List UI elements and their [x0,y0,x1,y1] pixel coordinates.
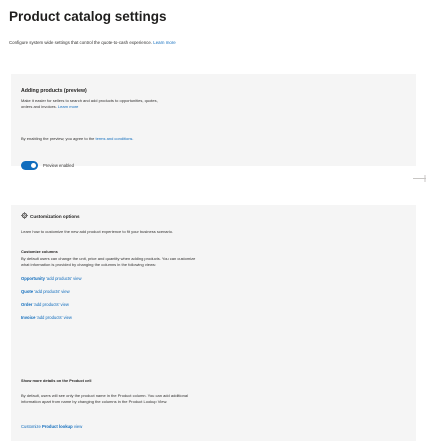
page-description: Configure system wide settings that cont… [9,40,176,45]
opportunity-view-link[interactable]: Opportunity 'add products' view [21,276,81,281]
customization-title: Customization options [30,214,80,219]
order-view-rest: 'add products' view [32,302,69,307]
customization-learn-link[interactable]: Learn how to customize the new add produ… [21,229,361,235]
order-view-link[interactable]: Order 'add products' view [21,302,69,307]
preview-agreement-prefix: By enabling the preview, you agree to th… [21,136,95,141]
scroll-marker-icon [413,175,426,182]
product-lookup-name: Product lookup [41,424,73,429]
order-view-name: Order [21,302,33,307]
adding-products-learn-more-link[interactable]: Learn more [58,104,78,109]
opportunity-view-rest: 'add products' view [44,276,82,281]
product-lookup-view-link[interactable]: Customize Product lookup view [21,424,82,429]
terms-and-conditions-link[interactable]: terms and conditions. [96,136,134,141]
show-details-description: By default, users will see only the prod… [21,393,361,404]
page-learn-more-link[interactable]: Learn more [153,40,175,45]
adding-products-desc-line1: Make it easier for sellers to search and… [21,98,158,103]
page-description-text: Configure system wide settings that cont… [9,40,153,45]
show-details-title: Show more details on the Product cell [21,378,92,383]
preview-toggle-label: Preview enabled [43,163,74,168]
quote-view-link[interactable]: Quote 'add products' view [21,289,70,294]
customize-columns-description: By default users can change the unit, pr… [21,256,361,267]
quote-view-name: Quote [21,289,34,294]
invoice-view-name: Invoice [21,315,36,320]
invoice-view-rest: 'add products' view [35,315,72,320]
product-lookup-suffix: view [72,424,83,429]
show-details-desc-line2: information apart from name by changing … [21,398,168,404]
adding-products-desc-line2: orders and invoices. [21,103,57,109]
quote-view-rest: 'add products' view [33,289,70,294]
product-lookup-prefix: Customize [21,424,41,429]
customize-columns-title: Customize columns [21,249,58,254]
invoice-view-link[interactable]: Invoice 'add products' view [21,315,72,320]
preview-toggle[interactable] [21,161,38,170]
customize-columns-desc-line2: what information is provided by changing… [21,261,156,267]
page-title: Product catalog settings [9,9,167,24]
customization-card: Customization options Learn how to custo… [11,205,416,441]
adding-products-title: Adding products (preview) [21,88,87,94]
preview-agreement-text: By enabling the preview, you agree to th… [21,136,361,142]
opportunity-view-name: Opportunity [21,276,45,281]
show-details-desc-line1: By default, users will see only the prod… [21,393,188,398]
adding-products-card: Adding products (preview) Make it easier… [11,74,416,170]
gear-icon [21,212,28,219]
adding-products-description: Make it easier for sellers to search and… [21,98,361,109]
customize-columns-desc-line1: By default users can change the unit, pr… [21,256,196,261]
